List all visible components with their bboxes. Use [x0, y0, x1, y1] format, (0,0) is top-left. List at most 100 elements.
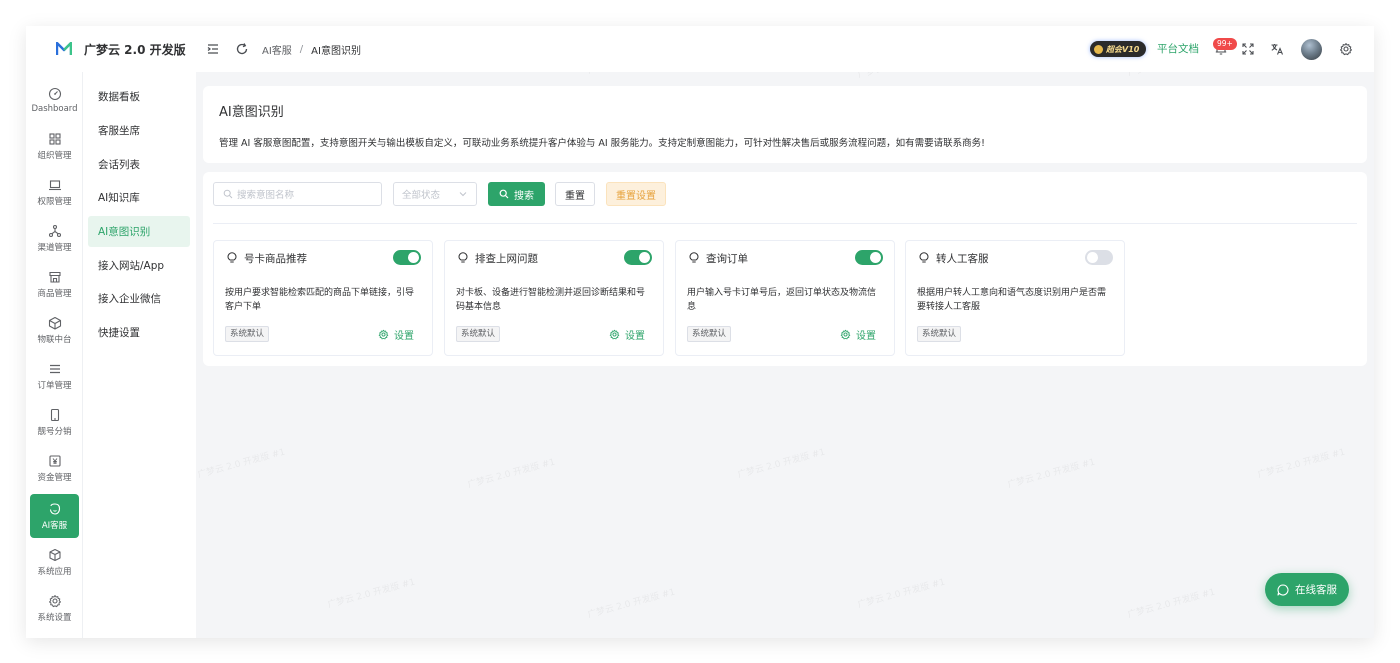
- platform-docs-link[interactable]: 平台文档: [1157, 41, 1199, 56]
- watermark: 广梦云 2.0 开发版 #1: [196, 447, 287, 481]
- search-button[interactable]: 搜索: [488, 182, 545, 206]
- rail-item-channel[interactable]: 渠道管理: [30, 216, 79, 260]
- watermark: 广梦云 2.0 开发版 #1: [1006, 457, 1097, 491]
- rail-item-permission[interactable]: 权限管理: [30, 170, 79, 214]
- intent-settings-button[interactable]: 设置: [378, 327, 414, 342]
- phone-icon: [50, 408, 59, 421]
- default-tag: 系统默认: [456, 326, 501, 342]
- avatar[interactable]: [1301, 39, 1322, 60]
- rail-label: 商品管理: [37, 288, 72, 299]
- rail-label: 组织管理: [37, 150, 72, 161]
- chevron-down-icon: [459, 192, 467, 197]
- chat-bubble-icon: [1277, 583, 1289, 596]
- grid-icon: [48, 132, 61, 145]
- rail-item-order[interactable]: 订单管理: [30, 354, 79, 398]
- rail-item-iot[interactable]: 物联中台: [30, 308, 79, 352]
- settings-gear-icon[interactable]: [1339, 42, 1353, 56]
- rail-item-goods[interactable]: 商品管理: [30, 262, 79, 306]
- logo-icon: [56, 42, 72, 55]
- menu-item-quick-settings[interactable]: 快捷设置: [88, 317, 190, 348]
- reset-button[interactable]: 重置: [555, 182, 595, 206]
- menu-item-agents[interactable]: 客服坐席: [88, 115, 190, 146]
- lightbulb-icon: [689, 252, 699, 263]
- vip-badge[interactable]: 超会V10: [1090, 41, 1146, 57]
- status-placeholder: 全部状态: [402, 190, 441, 201]
- search-button-label: 搜索: [514, 190, 534, 202]
- rail-item-ai-service[interactable]: AI客服: [30, 494, 79, 538]
- rail-item-dashboard[interactable]: Dashboard: [30, 78, 79, 122]
- intent-toggle[interactable]: [624, 250, 652, 265]
- app-window: 广梦云 2.0 开发版 #1 广梦云 2.0 开发版 #1 广梦云 2.0 开发…: [26, 26, 1374, 638]
- laptop-icon: [48, 179, 61, 190]
- refresh-icon[interactable]: [235, 42, 249, 56]
- rail-label: 物联中台: [37, 334, 72, 345]
- menu-item-knowledge[interactable]: AI知识库: [88, 182, 190, 213]
- breadcrumb-item[interactable]: AI客服: [262, 42, 292, 57]
- menu-item-sessions[interactable]: 会话列表: [88, 149, 190, 180]
- lightbulb-icon: [227, 252, 237, 263]
- ai-icon: [49, 502, 60, 515]
- top-header: AI客服 / AI意图识别 超会V10 平台文档 99+: [196, 26, 1374, 72]
- rail-item-apps[interactable]: 系统应用: [30, 540, 79, 584]
- status-select[interactable]: 全部状态: [393, 182, 477, 206]
- watermark: 广梦云 2.0 开发版 #1: [326, 577, 417, 611]
- list-icon: [49, 364, 60, 373]
- menu-item-intent[interactable]: AI意图识别: [88, 216, 190, 247]
- intent-toggle[interactable]: [855, 250, 883, 265]
- rail-item-finance[interactable]: 资金管理: [30, 446, 79, 490]
- intent-toggle[interactable]: [393, 250, 421, 265]
- dashboard-icon: [48, 87, 61, 100]
- intent-title: 转人工客服: [936, 253, 989, 265]
- menu-item-dashboard[interactable]: 数据看板: [88, 81, 190, 112]
- toggle-knob: [870, 252, 881, 263]
- search-icon: [223, 189, 233, 199]
- intent-title: 号卡商品推荐: [244, 253, 307, 265]
- app-logo[interactable]: 广梦云 2.0 开发版: [26, 26, 196, 72]
- intent-panel: 搜索意图名称 全部状态 搜索 重置 重置设置 号卡商品推荐 按用户要求智能检索匹…: [203, 172, 1367, 366]
- intent-toggle[interactable]: [1085, 250, 1113, 265]
- gear-icon: [378, 329, 389, 340]
- rail-label: Dashboard: [31, 103, 78, 114]
- rail-label: 渠道管理: [37, 242, 72, 253]
- search-input[interactable]: 搜索意图名称: [213, 182, 382, 206]
- notification-badge: 99+: [1213, 38, 1237, 50]
- intent-title: 查询订单: [706, 253, 748, 265]
- menu-item-wecom[interactable]: 接入企业微信: [88, 283, 190, 314]
- lightbulb-icon: [458, 252, 468, 263]
- reset-settings-button[interactable]: 重置设置: [606, 182, 666, 206]
- collapse-menu-icon[interactable]: [206, 42, 220, 56]
- toggle-knob: [639, 252, 650, 263]
- default-tag: 系统默认: [687, 326, 732, 342]
- store-icon: [48, 271, 61, 283]
- online-support-button[interactable]: 在线客服: [1265, 573, 1349, 606]
- rail-item-settings[interactable]: 系统设置: [30, 586, 79, 630]
- cube-icon: [48, 316, 61, 330]
- fullscreen-icon[interactable]: [1241, 42, 1255, 56]
- intent-card: 转人工客服 根据用户转人工意向和语气态度识别用户是否需要转接人工客服 系统默认: [905, 240, 1125, 356]
- watermark: 广梦云 2.0 开发版 #1: [586, 587, 677, 621]
- intent-description: 根据用户转人工意向和语气态度识别用户是否需要转接人工客服: [917, 288, 1107, 312]
- intent-card: 查询订单 用户输入号卡订单号后，返回订单状态及物流信息 系统默认 设置: [675, 240, 895, 356]
- breadcrumb: AI客服 / AI意图识别: [262, 42, 361, 57]
- watermark: 广梦云 2.0 开发版 #1: [1126, 587, 1217, 621]
- rail-item-org[interactable]: 组织管理: [30, 124, 79, 168]
- intent-card: 号卡商品推荐 按用户要求智能检索匹配的商品下单链接，引导客户下单 系统默认 设置: [213, 240, 433, 356]
- intent-settings-button[interactable]: 设置: [609, 327, 645, 342]
- translate-icon[interactable]: [1270, 42, 1284, 56]
- rail-item-number[interactable]: 靓号分销: [30, 400, 79, 444]
- toggle-knob: [1087, 252, 1098, 263]
- search-placeholder: 搜索意图名称: [237, 190, 295, 201]
- menu-item-web-app[interactable]: 接入网站/App: [88, 250, 190, 281]
- watermark: 广梦云 2.0 开发版 #1: [466, 457, 557, 491]
- breadcrumb-separator: /: [299, 44, 304, 55]
- divider: [213, 223, 1357, 224]
- app-name: 广梦云 2.0 开发版: [84, 42, 186, 57]
- toggle-knob: [408, 252, 419, 263]
- rail-label: 系统设置: [37, 612, 72, 623]
- intent-settings-button[interactable]: 设置: [840, 327, 876, 342]
- lightbulb-icon: [919, 252, 929, 263]
- intent-settings-label: 设置: [394, 331, 414, 342]
- intent-card: 排查上网问题 对卡板、设备进行智能检测并返回诊断结果和号码基本信息 系统默认 设…: [444, 240, 664, 356]
- intent-description: 用户输入号卡订单号后，返回订单状态及物流信息: [687, 288, 877, 312]
- watermark: 广梦云 2.0 开发版 #1: [1256, 447, 1347, 481]
